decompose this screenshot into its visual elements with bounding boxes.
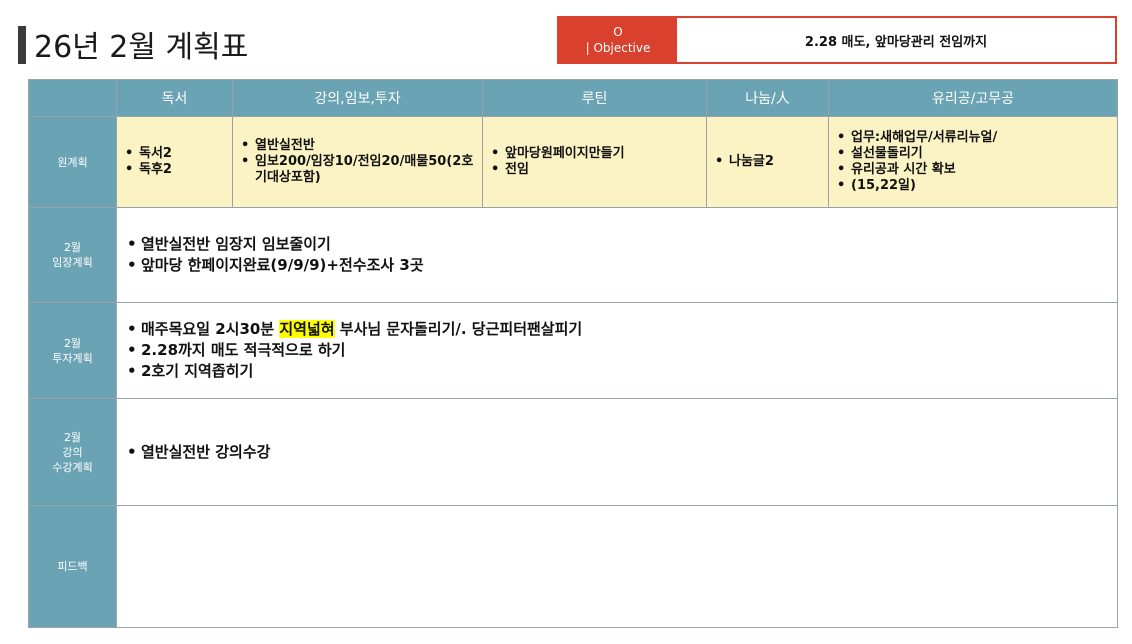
list-item: 독후2 [125, 162, 224, 178]
invest-row: 2월 투자계획 매주목요일 2시30분 지역넓혀 부사님 문자돌리기/. 당근피… [28, 302, 1118, 399]
invest-item-post: 부사님 문자돌리기/. 당근피터팬살피기 [334, 320, 583, 338]
row-label-invest: 2월 투자계획 [28, 302, 117, 399]
lecture-plan-row: 2월 강의 수강계획 열반실전반 강의수강 [28, 398, 1118, 506]
imjang-plan-cell: 열반실전반 임장지 임보줄이기 앞마당 한페이지완료(9/9/9)+전수조사 3… [116, 207, 1118, 303]
row-label-line: 2월 [63, 336, 82, 350]
highlighted-text: 지역넓혀 [279, 320, 335, 338]
header-glass-rubber: 유리공/고무공 [828, 79, 1118, 117]
objective-label-word: | Objective [585, 41, 651, 55]
row-label-line: 투자계획 [52, 351, 93, 365]
list-item: 업무:새해업무/서류리뉴얼/ [837, 130, 1109, 146]
header-reading: 독서 [116, 79, 233, 117]
list-item: 열반실전반 [241, 138, 474, 154]
title-accent-bar [18, 26, 26, 64]
row-label-feedback: 피드백 [28, 505, 117, 628]
plan-reading-cell: 독서2 독후2 [116, 116, 233, 208]
invest-item-pre: 매주목요일 2시30분 [141, 320, 280, 338]
list-item: 2호기 지역좁히기 [127, 361, 1107, 382]
list-item: (15,22일) [837, 178, 1109, 194]
list-item: 앞마당원페이지만들기 [491, 146, 698, 162]
objective-label: O | Objective [559, 18, 677, 62]
objective-label-letter: O [613, 25, 623, 39]
header-sharing: 나눔/人 [706, 79, 829, 117]
list-item: 설선물돌리기 [837, 146, 1109, 162]
list-item: 임보200/임장10/전임20/매물50(2호기대상포함) [241, 154, 474, 186]
header-corner [28, 79, 117, 117]
list-item: 매주목요일 2시30분 지역넓혀 부사님 문자돌리기/. 당근피터팬살피기 [127, 319, 1107, 340]
lecture-plan-cell: 열반실전반 강의수강 [116, 398, 1118, 506]
list-item: 독서2 [125, 146, 224, 162]
row-label-line: 2월 [63, 241, 82, 254]
row-label-imjang: 2월 임장계획 [28, 207, 117, 303]
plan-lecture-cell: 열반실전반 임보200/임장10/전임20/매물50(2호기대상포함) [232, 116, 483, 208]
row-label-lecture: 2월 강의 수강계획 [28, 398, 117, 506]
imjang-row: 2월 임장계획 열반실전반 임장지 임보줄이기 앞마당 한페이지완료(9/9/9… [28, 207, 1118, 303]
list-item: 2.28까지 매도 적극적으로 하기 [127, 340, 1107, 361]
list-item: 열반실전반 강의수강 [127, 442, 1107, 463]
row-label-line: 강의 [62, 445, 83, 459]
row-label-line: 임장계획 [52, 256, 93, 269]
feedback-row: 피드백 [28, 505, 1118, 628]
page-title: 26년 2월 계획표 [34, 30, 249, 65]
plan-glass-cell: 업무:새해업무/서류리뉴얼/ 설선물돌리기 유리공과 시간 확보 (15,22일… [828, 116, 1118, 208]
invest-plan-cell: 매주목요일 2시30분 지역넓혀 부사님 문자돌리기/. 당근피터팬살피기 2.… [116, 302, 1118, 399]
header-row: 독서 강의,임보,투자 루틴 나눔/人 유리공/고무공 [28, 79, 1118, 117]
list-item: 앞마당 한페이지완료(9/9/9)+전수조사 3곳 [127, 255, 1107, 276]
feedback-cell[interactable] [116, 505, 1118, 628]
row-label-line: 2월 [63, 430, 82, 444]
header-lecture: 강의,임보,투자 [232, 79, 483, 117]
plan-sharing-cell: 나눔글2 [706, 116, 829, 208]
plan-table: 독서 강의,임보,투자 루틴 나눔/人 유리공/고무공 원계획 독서2 독후2 … [28, 79, 1118, 628]
list-item: 나눔글2 [715, 154, 820, 170]
list-item: 유리공과 시간 확보 [837, 162, 1109, 178]
objective-text: 2.28 매도, 앞마당관리 전임까지 [804, 34, 988, 50]
list-item: 열반실전반 임장지 임보줄이기 [127, 234, 1107, 255]
row-label-line: 수강계획 [52, 460, 93, 474]
header-routine: 루틴 [482, 79, 707, 117]
plan-routine-cell: 앞마당원페이지만들기 전임 [482, 116, 707, 208]
objective-box: O | Objective 2.28 매도, 앞마당관리 전임까지 [557, 16, 1117, 64]
plan-row: 원계획 독서2 독후2 열반실전반 임보200/임장10/전임20/매물50(2… [28, 116, 1118, 208]
list-item: 전임 [491, 162, 698, 178]
row-label-plan: 원계획 [28, 116, 117, 208]
